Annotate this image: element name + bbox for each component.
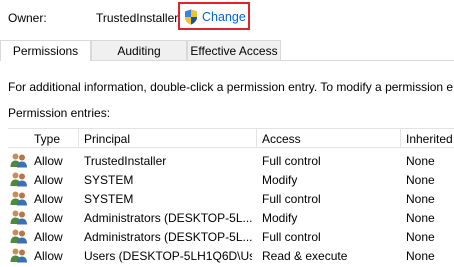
cell-principal: Administrators (DESKTOP-5L... xyxy=(84,211,252,225)
permissions-dialog: Owner: TrustedInstaller Change Permissio… xyxy=(0,0,454,267)
cell-inherited: None xyxy=(406,249,435,263)
users-group-icon xyxy=(10,152,28,168)
users-group-icon xyxy=(10,247,28,263)
header-access[interactable]: Access xyxy=(262,132,402,146)
header-inherited[interactable]: Inherited xyxy=(406,132,453,146)
change-owner-link[interactable]: Change xyxy=(184,9,246,25)
cell-principal: TrustedInstaller xyxy=(84,154,167,168)
cell-inherited: None xyxy=(406,192,435,206)
table-row[interactable]: Allow Users (DESKTOP-5LH1Q6D\Us... Read & … xyxy=(8,246,454,265)
cell-type: Allow xyxy=(34,192,63,206)
table-row[interactable]: Allow SYSTEM Modify None xyxy=(8,170,454,189)
cell-access: Full control xyxy=(262,230,321,244)
cell-inherited: None xyxy=(406,154,435,168)
tab-permissions[interactable]: Permissions xyxy=(0,40,91,61)
cell-principal: SYSTEM xyxy=(84,173,134,187)
table-row[interactable]: Allow Administrators (DESKTOP-5L... Full c… xyxy=(8,227,454,246)
permission-entries-label: Permission entries: xyxy=(8,106,111,120)
cell-principal: Users (DESKTOP-5LH1Q6D\Us... xyxy=(84,249,252,263)
cell-access: Modify xyxy=(262,173,298,187)
column-divider[interactable] xyxy=(78,129,79,148)
owner-label: Owner: xyxy=(8,11,47,25)
info-text: For additional information, double-click… xyxy=(8,80,454,94)
cell-type: Allow xyxy=(34,154,63,168)
cell-access: Full control xyxy=(262,192,321,206)
table-row[interactable]: Allow SYSTEM Full control None xyxy=(8,189,454,208)
owner-value: TrustedInstaller xyxy=(96,11,179,25)
column-divider[interactable] xyxy=(400,129,401,148)
tab-auditing-label: Auditing xyxy=(117,43,161,58)
cell-access: Read & execute xyxy=(262,249,348,263)
cell-type: Allow xyxy=(34,173,63,187)
table-row[interactable]: Allow TrustedInstaller Full control None xyxy=(8,151,454,170)
cell-inherited: None xyxy=(406,211,435,225)
tab-auditing[interactable]: Auditing xyxy=(91,40,187,60)
cell-type: Allow xyxy=(34,211,63,225)
users-group-icon xyxy=(10,209,28,225)
table-header: Type Principal Access Inherited xyxy=(8,128,454,148)
tab-effective-access-label: Effective Access xyxy=(190,43,278,58)
column-divider[interactable] xyxy=(256,129,257,148)
cell-inherited: None xyxy=(406,230,435,244)
change-highlight-box: Change xyxy=(178,2,250,30)
change-link-label: Change xyxy=(202,10,246,24)
owner-row: Owner: TrustedInstaller Change xyxy=(0,0,454,36)
cell-access: Modify xyxy=(262,211,298,225)
cell-principal: Administrators (DESKTOP-5L... xyxy=(84,230,252,244)
table-row[interactable]: Allow Administrators (DESKTOP-5L... Modify… xyxy=(8,208,454,227)
users-group-icon xyxy=(10,190,28,206)
tab-effective-access[interactable]: Effective Access xyxy=(187,40,281,60)
users-group-icon xyxy=(10,171,28,187)
tab-permissions-label: Permissions xyxy=(12,44,79,58)
tab-strip: Permissions Auditing Effective Access xyxy=(0,40,454,61)
header-type[interactable]: Type xyxy=(34,132,60,146)
cell-inherited: None xyxy=(406,173,435,187)
users-group-icon xyxy=(10,228,28,244)
uac-shield-icon xyxy=(185,9,197,25)
cell-access: Full control xyxy=(262,154,321,168)
permission-entries-table[interactable]: Type Principal Access Inherited Allow Tru… xyxy=(8,128,454,267)
cell-type: Allow xyxy=(34,230,63,244)
cell-type: Allow xyxy=(34,249,63,263)
cell-principal: SYSTEM xyxy=(84,192,134,206)
header-principal[interactable]: Principal xyxy=(84,132,252,146)
